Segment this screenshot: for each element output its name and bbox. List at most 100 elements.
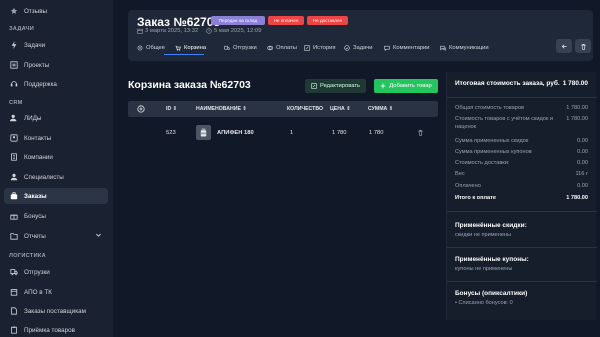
summary-row-value: 0.00 bbox=[577, 160, 588, 166]
updated-date: 5 мая 2025, 12:09 bbox=[206, 28, 261, 34]
tab-label: Коммуникации bbox=[449, 45, 489, 51]
bonus-title: Бонусы (опиксалтики) bbox=[455, 290, 528, 297]
user-plus-icon bbox=[9, 114, 18, 123]
sidebar-item-label: Поддержка bbox=[24, 80, 57, 88]
sidebar: Отзывы ЗАДАЧИ Задачи Проекты Поддержка C… bbox=[0, 0, 113, 337]
edit-button-label: Редактировать bbox=[319, 83, 361, 89]
sidebar-item-tasks[interactable]: Задачи bbox=[4, 37, 108, 53]
gift-icon bbox=[9, 212, 18, 221]
column-header-sum[interactable]: СУММА ⇕ bbox=[368, 106, 393, 112]
row-sum: 1 780 bbox=[369, 130, 384, 136]
clipboard-icon bbox=[9, 326, 18, 335]
sidebar-item-label: Отзывы bbox=[24, 7, 48, 15]
calendar-icon bbox=[137, 28, 143, 34]
edit-icon bbox=[311, 83, 317, 89]
folder-icon bbox=[9, 232, 18, 241]
briefcase-icon bbox=[9, 192, 18, 201]
star-icon bbox=[9, 7, 18, 16]
sidebar-item-reviews[interactable]: Отзывы bbox=[4, 3, 108, 19]
sidebar-item-label: ЛИДы bbox=[24, 114, 42, 122]
summary-title: Итоговая стоимость заказа, руб. bbox=[455, 80, 560, 87]
product-bottle-icon bbox=[200, 128, 207, 137]
column-header-name[interactable]: НАИМЕНОВАНИЕ ⇕ bbox=[196, 106, 247, 112]
tab-comments[interactable]: Комментарии bbox=[384, 43, 430, 53]
person-icon bbox=[9, 173, 18, 182]
status-badge: Не оплачен bbox=[268, 16, 304, 25]
back-button[interactable] bbox=[556, 39, 572, 53]
discounts-title: Применённые скидки: bbox=[455, 222, 527, 229]
tab-general[interactable]: Общее bbox=[137, 43, 165, 53]
tab-history[interactable]: История bbox=[304, 43, 335, 53]
trash-icon[interactable] bbox=[417, 129, 424, 138]
sidebar-item-companies[interactable]: Компании bbox=[4, 149, 108, 165]
lightning-icon bbox=[9, 41, 18, 50]
tab-payments[interactable]: Оплаты bbox=[267, 43, 297, 53]
tab-communications[interactable]: Коммуникации bbox=[440, 43, 489, 53]
row-id: 523 bbox=[166, 130, 176, 136]
column-header-price[interactable]: ЦЕНА ⇕ bbox=[330, 106, 351, 112]
summary-row-label: Сумма примененных купонов bbox=[455, 149, 532, 155]
clock-icon bbox=[206, 28, 212, 34]
headset-icon bbox=[9, 80, 18, 89]
coins-icon bbox=[267, 45, 273, 51]
tab-shipments[interactable]: Отгрузки bbox=[224, 43, 257, 53]
sidebar-item-leads[interactable]: ЛИДы bbox=[4, 110, 108, 126]
box-icon bbox=[9, 288, 18, 297]
add-button-label: Добавить товар bbox=[389, 83, 432, 89]
tab-label: Общее bbox=[146, 45, 165, 51]
cart-table-header: ID ⇕ НАИМЕНОВАНИЕ ⇕ КОЛИЧЕСТВО ЦЕНА ⇕ СУ… bbox=[128, 101, 438, 117]
row-name[interactable]: АПИФЕН 180 bbox=[217, 130, 254, 136]
sidebar-item-label: Специалисты bbox=[24, 173, 64, 181]
add-product-button[interactable]: Добавить товар bbox=[374, 79, 438, 93]
sidebar-item-shipments[interactable]: Отгрузки bbox=[4, 264, 108, 280]
cart-icon bbox=[175, 45, 181, 51]
summary-row-label: Оплачено bbox=[455, 183, 481, 189]
order-summary: Итоговая стоимость заказа, руб. 1 780.00… bbox=[446, 72, 597, 320]
sidebar-item-goods-receipt[interactable]: Приёмка товаров bbox=[4, 322, 108, 337]
status-badge: Не доставлен bbox=[307, 16, 348, 25]
sidebar-item-label: Компании bbox=[24, 153, 53, 161]
tab-tasks[interactable]: Задачи bbox=[344, 43, 372, 53]
summary-row-value: 116 г bbox=[575, 171, 588, 177]
sidebar-item-apo[interactable]: АПО в ТК bbox=[4, 284, 108, 300]
tab-label: Отгрузки bbox=[233, 45, 257, 51]
sidebar-item-reports[interactable]: Отчеты bbox=[4, 228, 108, 244]
arrow-left-icon bbox=[561, 43, 567, 49]
sort-icon: ⇕ bbox=[388, 106, 394, 112]
sidebar-item-label: Отчеты bbox=[24, 232, 46, 240]
tab-label: История bbox=[313, 45, 336, 51]
bonus-text: • Списанно бонусов: 0 bbox=[455, 300, 513, 306]
sidebar-item-supplier-orders[interactable]: Заказы поставщикам bbox=[4, 303, 108, 319]
sidebar-item-bonuses[interactable]: Бонусы bbox=[4, 208, 108, 224]
summary-row-label: Вес bbox=[455, 171, 465, 177]
sidebar-section-title: ЗАДАЧИ bbox=[9, 26, 35, 32]
sidebar-item-specialists[interactable]: Специалисты bbox=[4, 169, 108, 185]
comment-icon bbox=[384, 45, 390, 51]
sidebar-item-orders[interactable]: Заказы bbox=[4, 188, 108, 204]
truck-icon bbox=[9, 268, 18, 277]
edit-button[interactable]: Редактировать bbox=[305, 79, 366, 93]
sidebar-item-label: Проекты bbox=[24, 61, 50, 69]
sidebar-section-title: CRM bbox=[9, 100, 23, 106]
building-icon bbox=[9, 153, 18, 162]
row-price: 1 780 bbox=[332, 130, 347, 136]
sidebar-item-label: Задачи bbox=[24, 41, 46, 49]
cart-title: Корзина заказа №62703 bbox=[128, 79, 251, 91]
contact-card-icon bbox=[9, 134, 18, 143]
divider bbox=[447, 97, 597, 98]
sidebar-item-support[interactable]: Поддержка bbox=[4, 76, 108, 92]
summary-total-value: 1 780.00 bbox=[566, 195, 588, 201]
sidebar-item-contacts[interactable]: Контакты bbox=[4, 130, 108, 146]
chevron-down-icon[interactable] bbox=[95, 232, 102, 241]
column-header-id[interactable]: ID ⇕ bbox=[166, 106, 177, 112]
delete-order-button[interactable] bbox=[575, 39, 591, 53]
discounts-text: скидки не применены bbox=[455, 232, 512, 238]
add-row-icon[interactable] bbox=[137, 105, 145, 115]
divider bbox=[447, 281, 597, 282]
summary-total-label: Итого к оплате bbox=[455, 195, 496, 201]
sidebar-item-projects[interactable]: Проекты bbox=[4, 57, 108, 73]
tab-cart[interactable]: Корзина bbox=[175, 43, 206, 53]
sidebar-item-label: Приёмка товаров bbox=[24, 326, 75, 334]
created-date: 3 марта 2025, 13:32 bbox=[137, 28, 198, 34]
updated-text: 5 мая 2025, 12:09 bbox=[214, 28, 262, 34]
